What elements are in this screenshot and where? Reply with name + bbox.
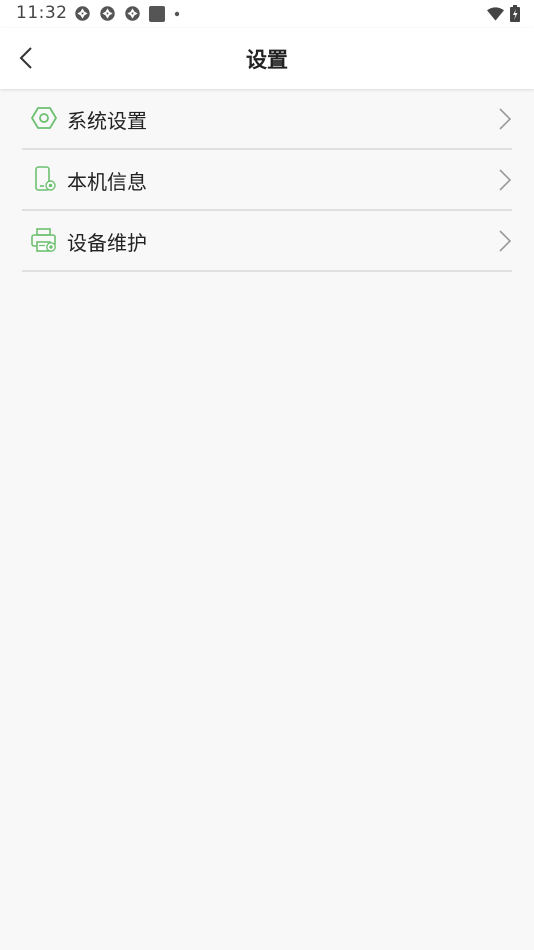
wifi-icon [487,6,504,21]
settings-hexagon-icon [31,107,57,129]
menu-item-label: 设备维护 [67,231,147,255]
page-title: 设置 [246,48,288,72]
menu-item-system-settings[interactable]: 系统设置 [22,89,512,150]
aperture-icon [75,6,90,21]
settings-menu: 系统设置 本机信息 设备维护 [22,89,512,272]
menu-item-device-maintenance[interactable]: 设备维护 [22,211,512,272]
menu-item-label: 本机信息 [67,170,147,194]
battery-icon [510,5,520,22]
status-right-icons [487,5,520,22]
aperture-icon [125,6,140,21]
app-bar: 设置 [0,28,534,89]
menu-item-label: 系统设置 [67,109,147,133]
printer-icon [31,228,56,252]
chevron-right-icon [499,169,512,191]
notification-icons [74,5,181,22]
status-bar: 11:32 [0,0,534,28]
chevron-right-icon [499,108,512,130]
menu-item-device-info[interactable]: 本机信息 [22,150,512,211]
square-icon [149,5,165,22]
dot-icon [174,11,180,16]
status-time: 11:32 [16,3,68,23]
aperture-icon [100,6,115,21]
chevron-right-icon [499,230,512,252]
device-info-icon [35,166,56,191]
